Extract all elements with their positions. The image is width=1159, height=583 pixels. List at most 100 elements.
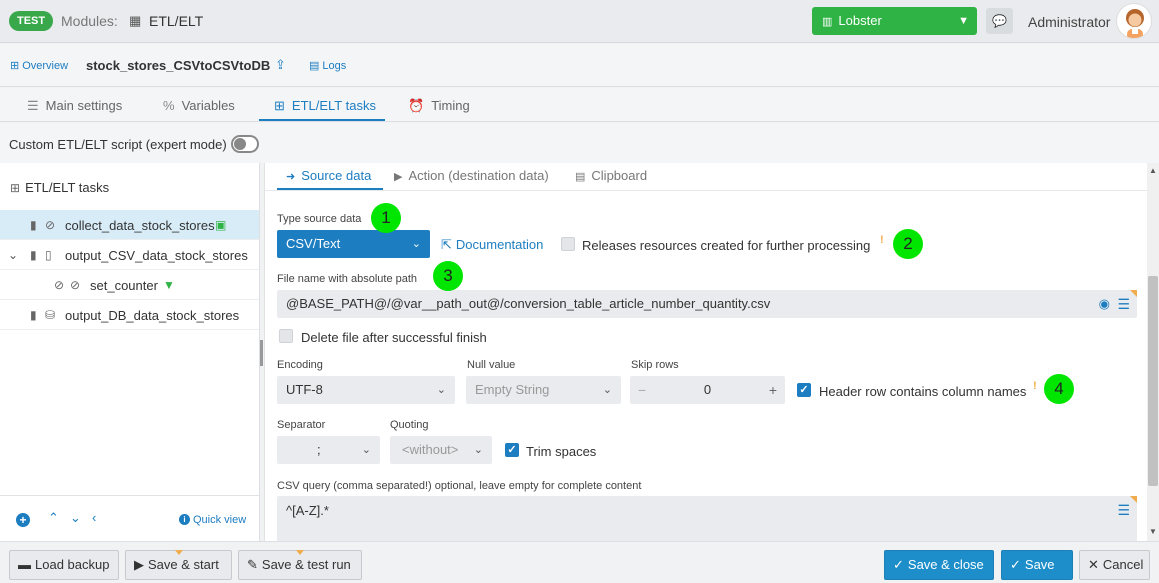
- detail-scrollbar[interactable]: ▲ ▼: [1147, 163, 1159, 541]
- file-icon: ▮: [30, 308, 37, 322]
- plus-icon[interactable]: +: [769, 376, 777, 404]
- type-source-select[interactable]: CSV/Text ⌄: [277, 230, 430, 258]
- database-icon: ⛁: [45, 308, 56, 322]
- user-name[interactable]: Administrator: [1028, 14, 1110, 30]
- annotation-badge-4: 4: [1044, 374, 1074, 404]
- menu-icon[interactable]: ☰: [1117, 290, 1130, 318]
- csv-query-textarea[interactable]: ^[A-Z].* ☰: [277, 496, 1137, 541]
- env-badge: TEST: [9, 11, 54, 31]
- releases-resources-checkbox[interactable]: [561, 237, 575, 251]
- save-close-label: Save & close: [907, 557, 984, 572]
- chat-button[interactable]: 💬: [986, 8, 1013, 34]
- job-title: stock_stores_CSVtoCSVtoDB: [86, 58, 271, 73]
- delete-file-checkbox[interactable]: [279, 329, 293, 343]
- quoting-label: Quoting: [390, 419, 429, 431]
- quoting-select[interactable]: <without> ⌄: [390, 436, 492, 464]
- export-icon[interactable]: ⇪: [275, 57, 286, 73]
- tree-item-output-csv[interactable]: ⌄ ▮ ▯ output_CSV_data_stock_stores: [0, 240, 259, 270]
- cancel-label: Cancel: [1102, 557, 1144, 572]
- avatar[interactable]: [1116, 3, 1152, 39]
- tab-clipboard[interactable]: ▤ Clipboard: [575, 168, 647, 183]
- minus-icon[interactable]: −: [638, 376, 646, 404]
- save-test-run-button[interactable]: ✎ Save & test run: [238, 550, 362, 580]
- encoding-value: UTF-8: [286, 382, 323, 397]
- warning-icon: !: [1033, 380, 1037, 392]
- move-down-icon[interactable]: ⌄: [70, 510, 81, 526]
- scroll-up-icon[interactable]: ▲: [1149, 166, 1157, 175]
- null-value-select[interactable]: Empty String ⌄: [466, 376, 621, 404]
- file-icon: ▮: [30, 248, 37, 262]
- chevron-down-icon: ▼: [958, 15, 969, 27]
- skip-rows-value: 0: [703, 382, 712, 397]
- play-icon: ▶: [394, 171, 403, 183]
- chevron-down-icon: ⌄: [602, 384, 612, 396]
- overview-link[interactable]: ⊞ Overview: [10, 59, 68, 72]
- tab-source-data[interactable]: ➜ Source data: [286, 168, 371, 183]
- instance-select[interactable]: ▥ Lobster ▼: [812, 7, 977, 35]
- archive-icon: ▬: [18, 557, 31, 572]
- scrollbar-thumb[interactable]: [1148, 276, 1158, 486]
- chevron-down-icon: ⌄: [436, 384, 446, 396]
- disabled-circle-icon: ⊘: [54, 278, 65, 292]
- tab-main-settings[interactable]: ☰ Main settings: [27, 98, 122, 114]
- add-task-button[interactable]: +: [16, 513, 30, 527]
- header-row-label: Header row contains column names: [819, 384, 1027, 399]
- logs-link[interactable]: ▤ Logs: [309, 59, 346, 72]
- tree-item-collect-data[interactable]: ▮ ⊘ collect_data_stock_stores ▣: [0, 210, 259, 240]
- pencil-icon: ✎: [247, 557, 258, 572]
- quick-view-link[interactable]: Quick view: [193, 514, 246, 526]
- tab-action[interactable]: ▶ Action (destination data): [394, 168, 549, 183]
- chevron-down-icon: ⌄: [411, 238, 421, 250]
- list-icon: ☰: [27, 98, 39, 113]
- separator-select[interactable]: ; ⌄: [277, 436, 380, 464]
- move-up-icon[interactable]: ⌃: [48, 510, 59, 526]
- null-value-label: Null value: [467, 359, 516, 371]
- instance-select-label: Lobster: [838, 13, 882, 28]
- tab-clipboard-label: Clipboard: [591, 168, 648, 183]
- tab-timing[interactable]: ⏰ Timing: [408, 98, 470, 114]
- module-title[interactable]: ETL/ELT: [149, 13, 203, 29]
- scroll-down-icon[interactable]: ▼: [1149, 527, 1157, 536]
- separator-label: Separator: [277, 419, 326, 431]
- collapse-icon[interactable]: ‹: [92, 510, 96, 525]
- header-row-checkbox[interactable]: ✓: [797, 383, 811, 397]
- save-button[interactable]: ✓ Save: [1001, 550, 1073, 580]
- chevron-down-icon: ⌄: [361, 444, 371, 456]
- info-icon: i: [179, 514, 190, 525]
- encoding-select[interactable]: UTF-8 ⌄: [277, 376, 455, 404]
- expert-mode-toggle[interactable]: [231, 135, 259, 153]
- main-tabs: ☰ Main settings % Variables ⊞ ETL/ELT tasks…: [0, 88, 1159, 122]
- skip-rows-stepper[interactable]: 0 − +: [630, 376, 785, 404]
- tree-item-set-counter[interactable]: ⊘ ⊘ set_counter ▼: [0, 270, 259, 300]
- warning-icon: !: [880, 234, 884, 246]
- load-backup-button[interactable]: ▬ Load backup: [9, 550, 119, 580]
- save-close-button[interactable]: ✓ Save & close: [884, 550, 994, 580]
- field-corner-marker: [1130, 496, 1137, 503]
- tab-etl-tasks[interactable]: ⊞ ETL/ELT tasks: [274, 98, 376, 114]
- disabled-circle-icon: ⊘: [70, 278, 81, 292]
- save-label: Save: [1024, 557, 1055, 572]
- tab-main-settings-label: Main settings: [45, 98, 123, 113]
- documentation-link[interactable]: ⇱ Documentation: [441, 237, 543, 253]
- file-name-label: File name with absolute path: [277, 273, 418, 285]
- panel-resize-handle[interactable]: [260, 340, 263, 366]
- menu-icon[interactable]: ☰: [1117, 496, 1130, 524]
- modules-label: Modules:: [61, 13, 118, 29]
- top-bar: TEST Modules: ▦ ETL/ELT ▥ Lobster ▼ 💬 Adm…: [0, 0, 1159, 43]
- trim-spaces-checkbox[interactable]: ✓: [505, 443, 519, 457]
- active-tab-indicator: [259, 119, 385, 121]
- load-backup-label: Load backup: [35, 557, 110, 572]
- chevron-down-icon[interactable]: ⌄: [8, 248, 18, 262]
- tab-source-data-label: Source data: [301, 168, 372, 183]
- csv-query-value: ^[A-Z].*: [286, 503, 329, 518]
- avatar-icon: [1126, 9, 1144, 38]
- tree-item-output-db[interactable]: ▮ ⛁ output_DB_data_stock_stores: [0, 300, 259, 330]
- tab-variables[interactable]: % Variables: [163, 98, 235, 113]
- eye-icon[interactable]: ◉: [1099, 290, 1110, 318]
- csv-query-label: CSV query (comma separated!) optional, l…: [277, 480, 642, 492]
- save-start-button[interactable]: ▶ Save & start: [125, 550, 232, 580]
- tree-item-label: output_DB_data_stock_stores: [65, 308, 240, 323]
- cancel-button[interactable]: ✕ Cancel: [1079, 550, 1150, 580]
- file-name-input[interactable]: @BASE_PATH@/@var__path_out@/conversion_t…: [277, 290, 1137, 318]
- filter-icon: ▼: [163, 278, 175, 292]
